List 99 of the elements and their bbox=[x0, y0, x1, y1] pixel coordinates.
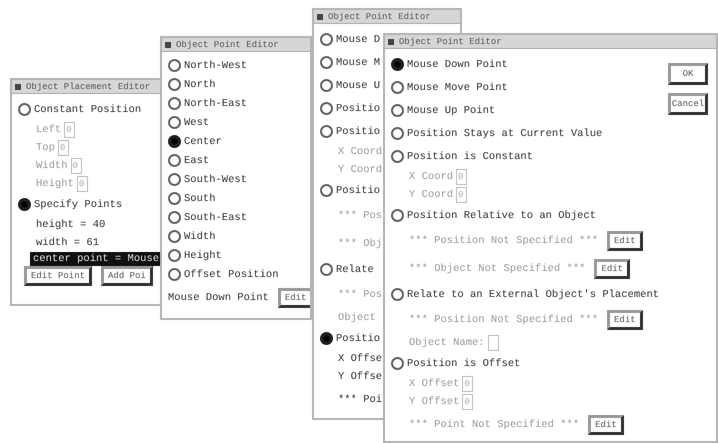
action-button[interactable]: Add Poi bbox=[101, 266, 153, 286]
radio-label: North-West bbox=[184, 60, 248, 72]
window-title: Object Point Editor bbox=[176, 40, 279, 50]
radio-button[interactable] bbox=[168, 97, 181, 110]
field-label: X Coord bbox=[338, 146, 382, 158]
window-menu-icon[interactable] bbox=[388, 38, 394, 44]
window-title: Object Point Editor bbox=[328, 12, 431, 22]
radio-button[interactable] bbox=[168, 59, 181, 72]
radio-label: Offset Position bbox=[184, 268, 279, 280]
field-label: Left bbox=[36, 124, 62, 136]
status-text: *** Pos bbox=[338, 289, 382, 301]
radio-label: South-West bbox=[184, 174, 248, 186]
radio-button[interactable] bbox=[18, 103, 31, 116]
window-menu-icon[interactable] bbox=[15, 84, 21, 90]
window-menu-icon[interactable] bbox=[165, 42, 171, 48]
radio-button[interactable] bbox=[320, 184, 333, 197]
field-label: X Offset bbox=[409, 378, 460, 390]
radio-button[interactable] bbox=[391, 104, 404, 117]
status-text: *** Pos bbox=[338, 210, 382, 222]
field-label: Y Offse bbox=[338, 371, 382, 383]
radio-button[interactable] bbox=[18, 198, 31, 211]
status-text: *** Object Not Specified *** bbox=[409, 263, 586, 275]
radio-button[interactable] bbox=[168, 154, 181, 167]
radio-label: Mouse D bbox=[336, 34, 380, 46]
radio-label: Position Stays at Current Value bbox=[407, 128, 602, 140]
radio-label: Mouse Up Point bbox=[407, 104, 496, 116]
window-title: Object Placement Editor bbox=[26, 82, 150, 92]
radio-label: Height bbox=[184, 250, 222, 262]
radio-label: West bbox=[184, 116, 210, 128]
field-label: X Offse bbox=[338, 353, 382, 365]
radio-label: Positio bbox=[336, 126, 380, 138]
field-label: Height bbox=[36, 178, 74, 190]
radio-label: Specify Points bbox=[34, 198, 122, 210]
field-label: Y Offset bbox=[409, 396, 460, 408]
radio-button[interactable] bbox=[320, 125, 333, 138]
field-label: Top bbox=[36, 142, 55, 154]
field-label: Y Coord bbox=[338, 164, 382, 176]
radio-label: Width bbox=[184, 230, 216, 242]
input-field[interactable] bbox=[488, 335, 499, 351]
radio-label: Positio bbox=[336, 184, 380, 196]
radio-label: Constant Position bbox=[34, 104, 142, 116]
radio-button[interactable] bbox=[168, 192, 181, 205]
radio-button[interactable] bbox=[391, 357, 404, 370]
radio-button[interactable] bbox=[168, 211, 181, 224]
status-text: *** Position Not Specified *** bbox=[409, 314, 598, 326]
radio-label: East bbox=[184, 154, 210, 166]
radio-label: South-East bbox=[184, 212, 248, 224]
radio-label: Mouse U bbox=[336, 80, 380, 92]
ok-button[interactable]: OK bbox=[668, 63, 708, 85]
status-text: *** Position Not Specified *** bbox=[409, 235, 598, 247]
edit-button[interactable]: Edit bbox=[278, 288, 310, 308]
radio-button[interactable] bbox=[391, 81, 404, 94]
point-label: Mouse Down Point bbox=[168, 292, 269, 304]
field-label: Width bbox=[36, 160, 68, 172]
radio-label: North-East bbox=[184, 98, 248, 110]
window-title: Object Point Editor bbox=[399, 36, 502, 46]
field-label: Object bbox=[338, 312, 376, 324]
radio-button[interactable] bbox=[320, 263, 333, 276]
radio-button[interactable] bbox=[320, 332, 333, 345]
radio-button[interactable] bbox=[391, 209, 404, 222]
field-label: Object Name: bbox=[409, 337, 485, 349]
radio-label: Relate to an External Object's Placement bbox=[407, 288, 660, 300]
radio-label: Positio bbox=[336, 332, 380, 344]
radio-button[interactable] bbox=[168, 268, 181, 281]
status-text: *** Obj bbox=[338, 238, 382, 250]
info-text: height = 40 bbox=[36, 219, 106, 231]
field-label: X Coord bbox=[409, 171, 454, 183]
radio-label: South bbox=[184, 192, 216, 204]
radio-label: Relate bbox=[336, 264, 374, 276]
radio-label: Mouse M bbox=[336, 56, 380, 68]
window-menu-icon[interactable] bbox=[317, 14, 323, 20]
radio-button[interactable] bbox=[391, 288, 404, 301]
radio-label: Center bbox=[184, 136, 222, 148]
radio-label: Position is Offset bbox=[407, 358, 520, 370]
radio-button[interactable] bbox=[168, 249, 181, 262]
radio-button[interactable] bbox=[168, 173, 181, 186]
radio-label: Positio bbox=[336, 102, 380, 114]
radio-button[interactable] bbox=[320, 33, 333, 46]
radio-button[interactable] bbox=[320, 79, 333, 92]
radio-button[interactable] bbox=[168, 230, 181, 243]
action-button[interactable]: Edit Point bbox=[24, 266, 92, 286]
radio-button[interactable] bbox=[168, 135, 181, 148]
radio-label: Mouse Move Point bbox=[407, 82, 508, 94]
radio-button[interactable] bbox=[391, 58, 404, 71]
radio-button[interactable] bbox=[391, 127, 404, 140]
field-label: Y Coord bbox=[409, 189, 454, 201]
radio-label: Position Relative to an Object bbox=[407, 210, 596, 222]
radio-button[interactable] bbox=[168, 116, 181, 129]
status-text: *** Poi bbox=[338, 394, 382, 406]
radio-button[interactable] bbox=[320, 102, 333, 115]
radio-button[interactable] bbox=[391, 150, 404, 163]
radio-button[interactable] bbox=[320, 56, 333, 69]
cancel-button[interactable]: Cancel bbox=[668, 93, 708, 115]
radio-label: Mouse Down Point bbox=[407, 58, 508, 70]
info-text: width = 61 bbox=[36, 237, 100, 249]
status-text: *** Point Not Specified *** bbox=[409, 419, 580, 431]
radio-label: Position is Constant bbox=[407, 150, 534, 162]
radio-label: North bbox=[184, 78, 216, 90]
radio-button[interactable] bbox=[168, 78, 181, 91]
